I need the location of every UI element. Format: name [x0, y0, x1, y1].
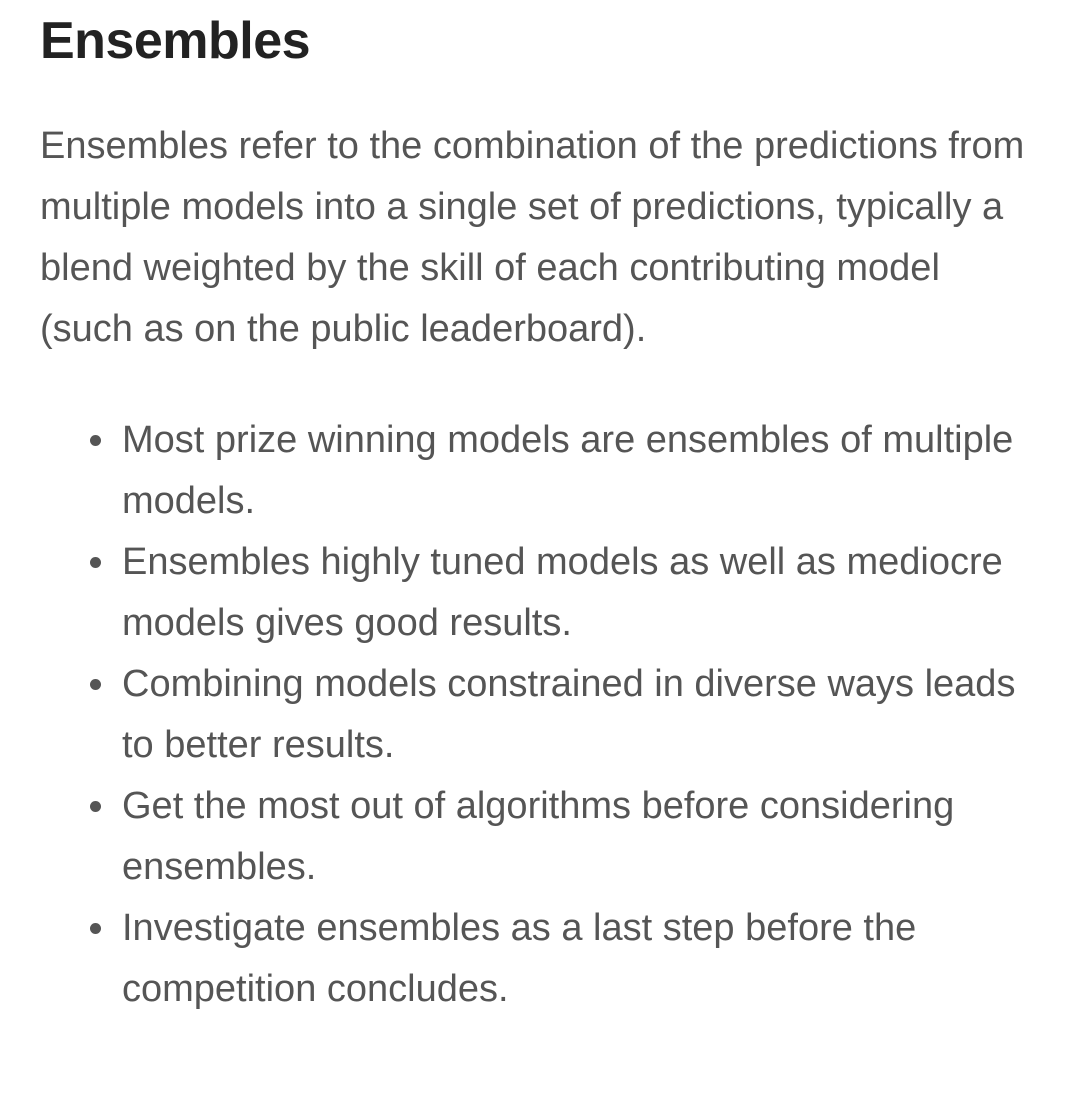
bullet-icon — [90, 557, 101, 568]
list-item: Ensembles highly tuned models as well as… — [90, 532, 1042, 654]
bullet-list: Most prize winning models are ensembles … — [40, 410, 1042, 1020]
bullet-icon — [90, 801, 101, 812]
article: Ensembles Ensembles refer to the combina… — [0, 0, 1080, 1103]
list-item: Combining models constrained in diverse … — [90, 654, 1042, 776]
section-heading: Ensembles — [40, 12, 311, 70]
list-item-text: Ensembles highly tuned models as well as… — [122, 541, 1003, 644]
list-item-text: Most prize winning models are ensembles … — [122, 419, 1014, 522]
list-item: Most prize winning models are ensembles … — [90, 410, 1042, 532]
list-item-text: Investigate ensembles as a last step bef… — [122, 907, 917, 1010]
bullet-icon — [90, 923, 101, 934]
list-item-text: Get the most out of algorithms before co… — [122, 785, 955, 888]
list-item-text: Combining models constrained in diverse … — [122, 663, 1016, 766]
list-item: Investigate ensembles as a last step bef… — [90, 898, 1042, 1020]
list-item: Get the most out of algorithms before co… — [90, 776, 1042, 898]
intro-paragraph: Ensembles refer to the combination of th… — [40, 125, 1025, 350]
bullet-icon — [90, 679, 101, 690]
bullet-icon — [90, 435, 101, 446]
